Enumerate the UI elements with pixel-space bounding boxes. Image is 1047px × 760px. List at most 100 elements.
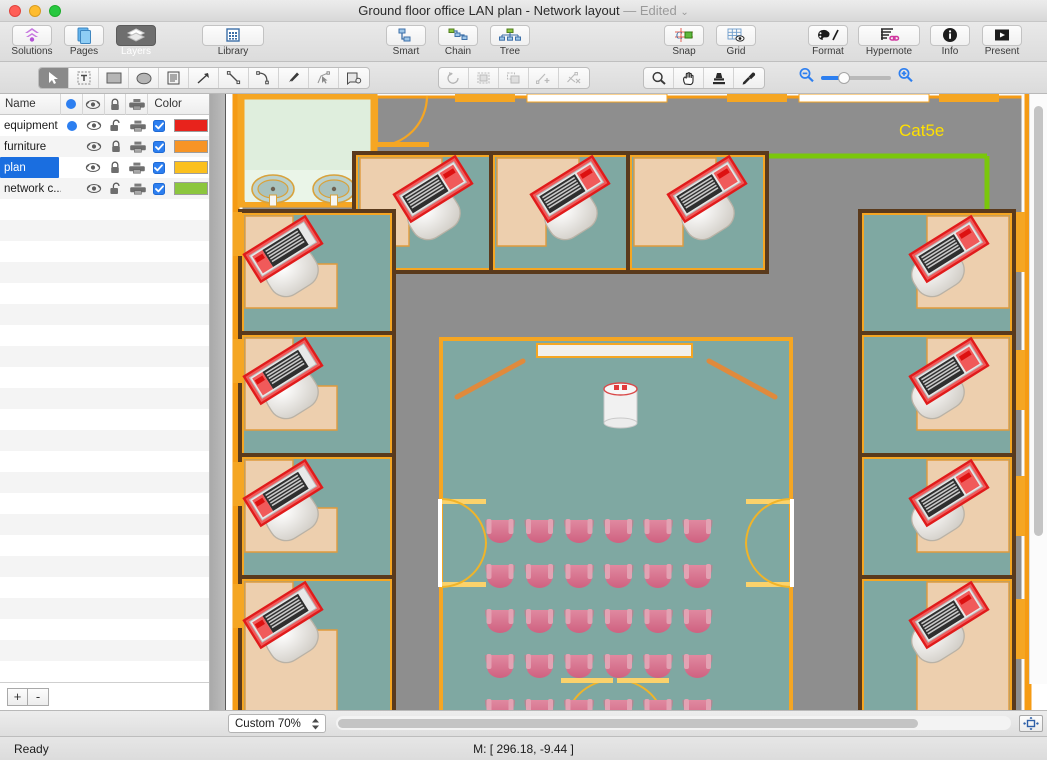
layer-visibility-toggle[interactable] [82,157,104,178]
layer-checkbox[interactable] [149,136,171,157]
layer-row[interactable]: furniture [0,136,209,157]
ellipse-tool[interactable] [129,68,159,88]
layer-name[interactable]: equipment [0,115,61,136]
layer-color-cell[interactable] [170,136,209,157]
info-label: Info [942,46,959,57]
conference-chair [683,699,713,710]
chevron-down-icon[interactable]: ⌄ [680,7,688,18]
layer-visibility-toggle[interactable] [83,136,105,157]
text-block-tool[interactable] [159,68,189,88]
layer-active-toggle[interactable] [61,178,83,199]
solutions-button[interactable]: Solutions [6,23,58,61]
pen-tool[interactable] [279,68,309,88]
fit-to-window-button[interactable] [1019,715,1043,732]
layer-color-cell[interactable] [170,157,209,178]
layer-active-toggle[interactable] [61,115,83,136]
layer-row-empty [0,493,209,514]
layer-color-cell[interactable] [170,115,209,136]
zoom-tool[interactable] [644,68,674,88]
layers-header: Name Color [0,94,209,115]
layer-row[interactable]: network c... [0,178,209,199]
layer-print-toggle[interactable] [127,136,149,157]
chain-connector-button[interactable]: Chain [432,23,484,61]
layers-header-lock[interactable] [105,94,127,115]
floor-plan-svg[interactable]: Cat5e [227,94,1039,710]
edit-points-tool[interactable] [309,68,339,88]
chain-label: Chain [445,46,471,57]
info-button[interactable]: Info [924,23,976,61]
tree-connector-button[interactable]: Tree [484,23,536,61]
grid-button[interactable]: Grid [710,23,762,61]
vertical-scrollbar-thumb[interactable] [1034,106,1043,536]
canvas-area[interactable]: Cat5e [210,94,1047,710]
layer-active-toggle[interactable] [59,157,81,178]
layer-name[interactable]: network c... [0,178,61,199]
layer-name[interactable]: furniture [0,136,61,157]
smart-connector-button[interactable]: Smart [380,23,432,61]
layer-visibility-toggle[interactable] [83,178,105,199]
rectangle-tool[interactable] [99,68,129,88]
rotate-tool[interactable] [439,68,469,88]
layer-checkbox[interactable] [149,115,171,136]
layers-header-print[interactable] [126,94,148,115]
add-point-tool[interactable] [529,68,559,88]
layer-checkbox[interactable] [148,157,170,178]
layer-print-toggle[interactable] [126,157,148,178]
layers-header-visibility[interactable] [83,94,105,115]
layer-print-toggle[interactable] [127,178,149,199]
toolbar-group-right: Format Hypernote [802,23,1028,61]
add-layer-button[interactable]: + [7,688,28,706]
pages-button[interactable]: Pages [58,23,110,61]
layers-header-active-dot[interactable] [61,94,83,115]
layer-lock-toggle[interactable] [104,157,126,178]
select-arrow-tool[interactable] [39,68,69,88]
curve-tool[interactable] [249,68,279,88]
layer-active-toggle[interactable] [61,136,83,157]
hand-tool[interactable] [674,68,704,88]
layer-print-toggle[interactable] [127,115,149,136]
layer-lock-toggle[interactable] [105,178,127,199]
zoom-slider[interactable] [821,76,891,80]
layer-row[interactable]: equipment [0,115,209,136]
floor-plan-drawing[interactable]: Cat5e [227,94,1047,710]
eyedropper-tool[interactable] [734,68,764,88]
zoom-slider-knob[interactable] [838,72,850,84]
present-button[interactable]: Present [976,23,1028,61]
cat5e-label: Cat5e [899,121,944,140]
ungroup-tool[interactable] [499,68,529,88]
layer-name[interactable]: plan [0,157,59,178]
vertical-ruler [210,94,226,710]
line-tool[interactable] [219,68,249,88]
layers-header-name[interactable]: Name [0,94,61,115]
connector-edit-tool[interactable] [559,68,589,88]
layer-row-empty [0,220,209,241]
layer-visibility-toggle[interactable] [83,115,105,136]
layer-row[interactable]: plan [0,157,209,178]
zoom-level-field[interactable]: Custom 70% [228,714,326,733]
stamp-tool[interactable] [704,68,734,88]
library-button[interactable]: Library [198,23,268,61]
zoom-stepper[interactable] [310,717,321,731]
title-separator: — [623,3,636,18]
snap-button[interactable]: C Snap [658,23,710,61]
vertical-scrollbar[interactable] [1029,94,1047,684]
layers-button[interactable]: Layers [110,23,162,61]
text-tool[interactable] [69,68,99,88]
arrow-line-tool[interactable] [189,68,219,88]
hypernote-button[interactable]: Hypernote [854,23,924,61]
layer-checkbox[interactable] [149,178,171,199]
horizontal-scrollbar-thumb[interactable] [338,719,918,728]
layer-row-empty [0,388,209,409]
horizontal-scrollbar[interactable] [336,716,1011,730]
layer-lock-toggle[interactable] [105,115,127,136]
zoom-in-icon[interactable] [897,67,914,88]
group-tool[interactable] [469,68,499,88]
layer-color-cell[interactable] [170,178,209,199]
format-button[interactable]: Format [802,23,854,61]
zoom-out-icon[interactable] [798,67,815,88]
layer-lock-toggle[interactable] [105,136,127,157]
layers-header-color[interactable]: Color [148,94,209,115]
callout-tool[interactable] [339,68,369,88]
remove-layer-button[interactable]: - [28,688,49,706]
left-office-1 [241,212,393,334]
